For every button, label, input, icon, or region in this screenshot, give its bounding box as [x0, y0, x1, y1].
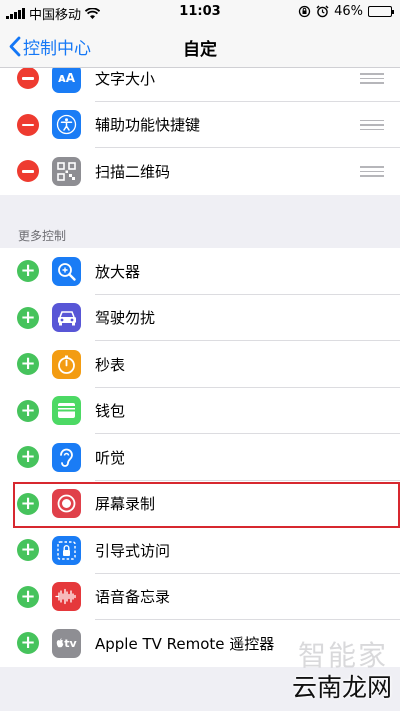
reorder-handle-icon[interactable]: [360, 119, 384, 130]
list-item: + 引导式访问: [0, 527, 400, 574]
guided-access-icon: [52, 535, 81, 565]
accessibility-icon: [52, 110, 81, 140]
list-item: + 钱包: [0, 388, 400, 435]
add-button[interactable]: +: [17, 260, 39, 283]
add-button[interactable]: +: [17, 492, 39, 515]
screen-record-icon: [52, 489, 81, 519]
list-item-label: 放大器: [95, 262, 141, 281]
list-item-label: 引导式访问: [95, 541, 171, 560]
qr-code-icon: [52, 156, 81, 186]
list-item: ᴀA 文字大小: [0, 68, 400, 102]
list-item-label: 听觉: [95, 448, 126, 467]
ear-icon: [52, 442, 81, 472]
included-controls-list: ᴀA 文字大小 辅助功能快捷键 扫描二维码: [0, 68, 400, 195]
add-button[interactable]: +: [17, 306, 39, 329]
list-item-label: 驾驶勿扰: [95, 309, 156, 328]
watermark-line-2: 云南龙网: [291, 673, 392, 702]
list-item-label: 语音备忘录: [95, 588, 171, 607]
remove-button[interactable]: [17, 160, 39, 183]
add-button[interactable]: +: [17, 399, 39, 422]
list-item-label: 钱包: [95, 402, 126, 421]
stopwatch-icon: [52, 349, 81, 379]
list-item-label: 秒表: [95, 355, 126, 374]
battery-icon: [368, 6, 394, 17]
add-button[interactable]: +: [17, 446, 39, 469]
list-item: + 放大器: [0, 248, 400, 295]
list-item: + 驾驶勿扰: [0, 295, 400, 342]
list-item-label: 辅助功能快捷键: [95, 116, 201, 135]
battery-percent: 46%: [334, 4, 363, 19]
add-button[interactable]: +: [17, 353, 39, 376]
list-item: + 听觉: [0, 434, 400, 481]
alarm-icon: [316, 5, 329, 18]
rotation-lock-icon: [298, 5, 311, 18]
status-bar: 中国移动 11:03 46%: [0, 0, 400, 24]
list-item-label: 扫描二维码: [95, 162, 171, 181]
car-icon: [52, 303, 81, 333]
add-button[interactable]: +: [17, 539, 39, 562]
list-item: + tv Apple TV Remote 遥控器: [0, 620, 400, 667]
add-button[interactable]: +: [17, 632, 39, 655]
list-item-label: Apple TV Remote 遥控器: [95, 634, 275, 653]
list-item: + 秒表: [0, 341, 400, 388]
remove-button[interactable]: [17, 68, 39, 90]
list-item: + 语音备忘录: [0, 574, 400, 621]
list-item-label: 屏幕录制: [95, 495, 156, 514]
more-controls-list: + 放大器 + 驾驶勿扰 + 秒表 + 钱包 + 听觉 + 屏幕录制 + 引导式…: [0, 248, 400, 667]
section-header: 更多控制: [18, 229, 67, 243]
wallet-icon: [52, 396, 81, 426]
reorder-handle-icon[interactable]: [360, 166, 384, 177]
list-item: + 屏幕录制: [0, 481, 400, 528]
add-button[interactable]: +: [17, 585, 39, 608]
list-item: 辅助功能快捷键: [0, 102, 400, 149]
voice-memo-icon: [52, 582, 81, 612]
navigation-bar: 控制中心 自定: [0, 24, 400, 68]
status-right: 46%: [298, 4, 394, 19]
list-item: 扫描二维码: [0, 148, 400, 195]
list-item-label: 文字大小: [95, 69, 156, 88]
page-title: 自定: [183, 40, 217, 60]
apple-tv-icon: tv: [52, 628, 81, 658]
text-size-icon: ᴀA: [52, 68, 81, 93]
magnifier-icon: [52, 256, 81, 286]
remove-button[interactable]: [17, 113, 39, 136]
reorder-handle-icon[interactable]: [360, 73, 384, 84]
